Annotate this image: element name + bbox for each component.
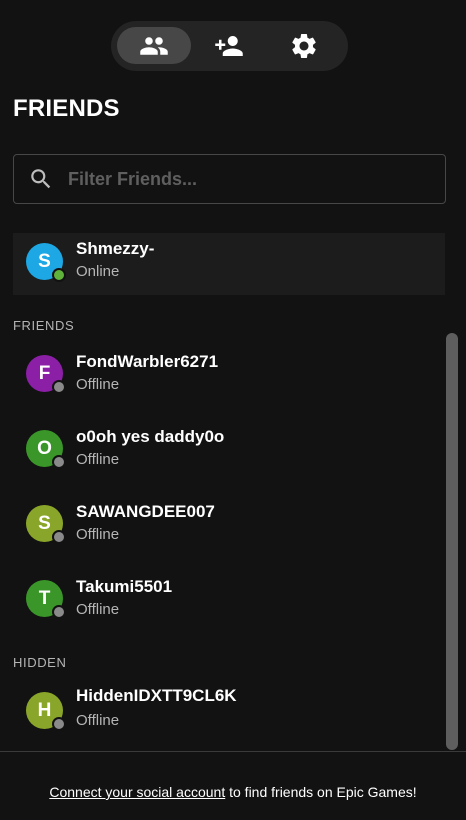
- connect-social-account-link[interactable]: Connect your social account: [49, 784, 225, 800]
- friend-status: Online: [76, 263, 120, 280]
- list-item-friend[interactable]: T Takumi5501 Offline: [13, 565, 445, 627]
- search-input[interactable]: [68, 155, 428, 203]
- friends-icon: [140, 36, 168, 55]
- friend-name: o0oh yes daddy0o: [76, 427, 225, 446]
- list-item-friend[interactable]: S SAWANGDEE007 Offline: [13, 490, 445, 552]
- page-title: FRIENDS: [13, 95, 120, 122]
- offline-status-dot: [52, 605, 66, 619]
- footer-divider: [0, 751, 466, 752]
- offline-status-dot: [52, 380, 66, 394]
- friend-status: Offline: [76, 376, 120, 393]
- section-header-hidden: HIDDEN: [13, 655, 67, 670]
- tab-friends[interactable]: [117, 27, 191, 64]
- friend-name: HiddenIDXTT9CL6K: [76, 686, 237, 705]
- gear-icon: [292, 33, 316, 58]
- friend-name: Shmezzy-: [76, 239, 155, 258]
- scrollbar-thumb[interactable]: [446, 333, 458, 750]
- offline-status-dot: [52, 455, 66, 469]
- list-item-hidden-friend[interactable]: H HiddenIDXTT9CL6K Offline: [13, 677, 445, 739]
- online-status-dot: [52, 268, 66, 282]
- friend-name: SAWANGDEE007: [76, 502, 215, 521]
- list-item-friend[interactable]: F FondWarbler6271 Offline: [13, 340, 445, 402]
- section-header-friends: FRIENDS: [13, 318, 75, 333]
- friend-status: Offline: [76, 712, 120, 729]
- tab-add-friend[interactable]: [192, 27, 266, 64]
- search-box[interactable]: [13, 154, 446, 204]
- list-item-friend[interactable]: O o0oh yes daddy0o Offline: [13, 415, 445, 477]
- search-icon: [31, 169, 51, 189]
- navigation-tab-bar: [111, 21, 348, 71]
- list-item-online-friend[interactable]: S Shmezzy- Online: [13, 233, 445, 295]
- tab-settings[interactable]: [267, 27, 341, 64]
- friend-name: FondWarbler6271: [76, 352, 219, 371]
- friend-name: Takumi5501: [76, 577, 173, 596]
- friend-status: Offline: [76, 526, 120, 543]
- add-friend-icon: [215, 35, 243, 56]
- friends-list: S Shmezzy- Online FRIENDS F FondWarbler6…: [0, 233, 466, 751]
- footer: Connect your social account to find frie…: [0, 784, 466, 800]
- offline-status-dot: [52, 717, 66, 731]
- friend-status: Offline: [76, 601, 120, 618]
- footer-text: to find friends on Epic Games!: [225, 784, 417, 800]
- offline-status-dot: [52, 530, 66, 544]
- friend-status: Offline: [76, 451, 120, 468]
- scrollbar[interactable]: [446, 233, 458, 751]
